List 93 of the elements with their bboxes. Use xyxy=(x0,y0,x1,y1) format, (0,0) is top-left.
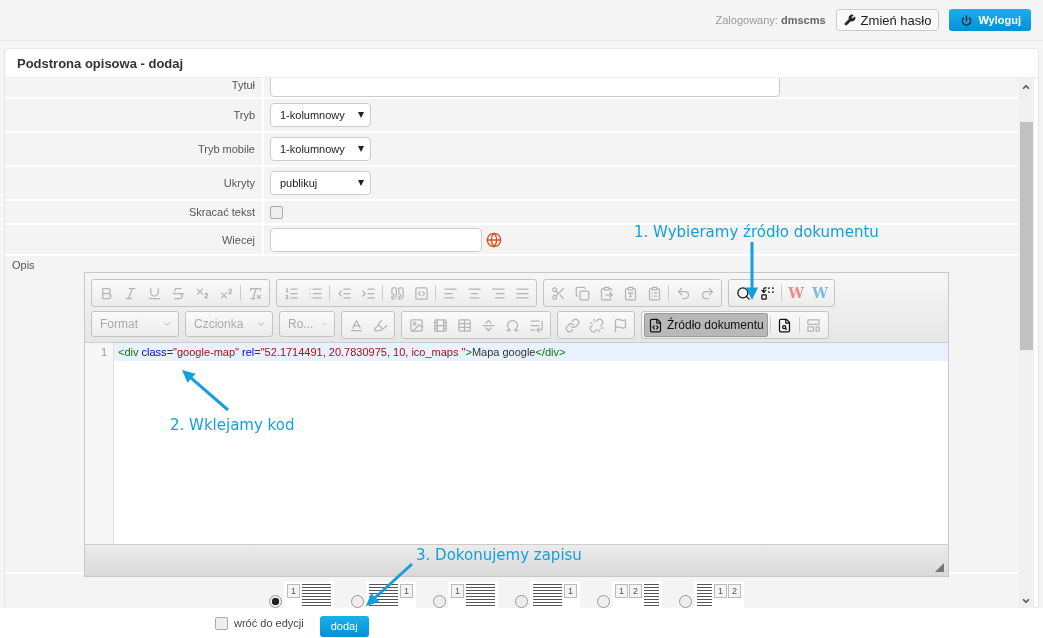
globe-link-icon[interactable] xyxy=(486,231,502,248)
code-square-icon xyxy=(413,285,429,301)
column-number: 1 xyxy=(714,584,727,598)
file-code-button[interactable]: Źródło dokumentu xyxy=(644,313,768,337)
horizontal-line-icon xyxy=(480,317,496,333)
column-number: 1 xyxy=(287,584,300,598)
paste-icon xyxy=(598,285,614,301)
callout-text: 3. Dokonujemy zapisu xyxy=(416,546,582,564)
layout-thumbnail[interactable]: 1 xyxy=(284,581,334,610)
field-label: Skracać tekst xyxy=(188,206,256,218)
layout-thumbnail[interactable]: 1 2 xyxy=(612,581,662,610)
unlink-icon xyxy=(588,317,604,333)
caret-icon xyxy=(162,319,172,329)
remove-format-icon xyxy=(247,285,263,301)
field-label: Tytuł xyxy=(231,79,256,91)
scrollbar[interactable] xyxy=(1018,78,1034,610)
highlighter-icon xyxy=(372,317,388,333)
copy-icon xyxy=(574,285,590,301)
change-password-button[interactable]: Zmień hasło xyxy=(835,9,940,31)
layout-radio[interactable] xyxy=(597,595,610,608)
file-search-icon xyxy=(777,317,793,333)
quote-icon xyxy=(389,285,405,301)
strikethrough-icon xyxy=(170,285,186,301)
link-input[interactable] xyxy=(270,227,482,252)
align-center-icon xyxy=(466,285,482,301)
bulleted-list-icon xyxy=(307,285,323,301)
power-icon xyxy=(961,14,973,26)
field-label: Opis xyxy=(12,259,36,270)
paste-list-icon xyxy=(646,285,662,301)
select-field[interactable]: 1-kolumnowy xyxy=(270,137,371,161)
layout-radio[interactable] xyxy=(515,595,528,608)
redo-icon xyxy=(699,285,715,301)
select-field[interactable]: publikuj xyxy=(270,171,371,195)
caret-icon xyxy=(256,319,266,329)
title-input[interactable] xyxy=(270,78,780,97)
layout-radio[interactable] xyxy=(269,595,282,608)
image-icon xyxy=(408,317,424,333)
checkbox[interactable] xyxy=(270,205,283,219)
logged-in-user: Zalogowany: dmscms xyxy=(715,14,826,26)
flag-icon xyxy=(612,317,628,333)
column-number: 1 xyxy=(615,584,628,598)
field-label: Tryb mobile xyxy=(197,143,256,155)
select-field[interactable]: 1-kolumnowy xyxy=(270,103,371,127)
field-label: Ukryty xyxy=(223,177,256,189)
layout-thumbnail[interactable]: 1 2 xyxy=(694,581,744,610)
wrench-icon xyxy=(843,14,856,26)
column-number: 1 xyxy=(451,584,464,598)
indent-icon xyxy=(360,285,376,301)
checkbox[interactable] xyxy=(215,616,228,630)
layout-radio[interactable] xyxy=(433,595,446,608)
replace-icon xyxy=(759,285,775,301)
callout-arrow xyxy=(745,242,759,300)
superscript-icon xyxy=(218,285,234,301)
callout-text: 2. Wklejamy kod xyxy=(170,416,295,434)
numbered-list-icon xyxy=(283,285,299,301)
column-number: 1 xyxy=(400,584,413,598)
resize-grip-icon[interactable] xyxy=(935,563,944,572)
file-code-icon xyxy=(648,317,663,333)
italic-icon xyxy=(122,285,138,301)
scroll-down-icon[interactable] xyxy=(1021,596,1031,606)
callout-text: 1. Wybieramy źródło dokumentu xyxy=(634,223,879,241)
table-icon xyxy=(456,317,472,333)
align-right-icon xyxy=(490,285,506,301)
align-left-icon xyxy=(442,285,458,301)
scroll-up-icon[interactable] xyxy=(1021,82,1031,92)
checkbox-label: wróć do edycji xyxy=(234,617,304,629)
layout-thumbnail[interactable]: 1 xyxy=(530,581,580,610)
scissors-icon xyxy=(550,285,566,301)
callout-arrow xyxy=(366,562,413,606)
film-icon xyxy=(432,317,448,333)
link-icon xyxy=(564,317,580,333)
list-end-icon xyxy=(528,317,544,333)
callout-arrow xyxy=(182,370,229,412)
layout-radio[interactable] xyxy=(351,595,364,608)
field-label: Wiecej xyxy=(222,233,256,246)
outdent-icon xyxy=(336,285,352,301)
subscript-icon xyxy=(194,285,210,301)
underline-icon xyxy=(146,285,162,301)
column-number: 2 xyxy=(629,584,642,598)
column-number: 1 xyxy=(564,584,577,598)
field-label: Tryb xyxy=(233,109,256,121)
search-icon xyxy=(735,285,751,301)
undo-icon xyxy=(675,285,691,301)
align-justify-icon xyxy=(514,285,530,301)
layout-radio[interactable] xyxy=(679,595,692,608)
column-number: 2 xyxy=(728,584,741,598)
line-number: 1 xyxy=(99,345,108,360)
layout-thumbnail[interactable]: 1 xyxy=(448,581,498,610)
scroll-thumb[interactable] xyxy=(1019,122,1033,350)
omega-icon xyxy=(504,317,520,333)
paste-text-icon xyxy=(622,285,638,301)
template-icon xyxy=(806,317,822,333)
text-color-icon xyxy=(348,317,364,333)
